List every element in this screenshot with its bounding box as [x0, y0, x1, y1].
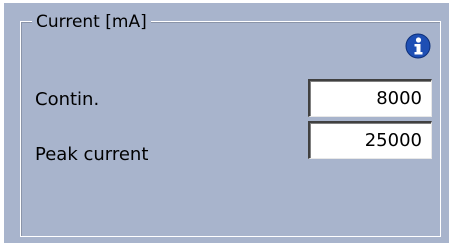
panel-bottom-border — [0, 243, 453, 248]
info-icon-graphic — [405, 33, 431, 59]
contin-current-input[interactable] — [308, 79, 432, 117]
panel-right-border — [449, 0, 453, 248]
contin-label: Contin. — [35, 89, 100, 110]
info-icon[interactable] — [405, 33, 431, 59]
peak-current-input[interactable] — [308, 121, 432, 159]
group-title: Current [mA] — [32, 10, 151, 34]
peak-current-label: Peak current — [35, 144, 149, 165]
